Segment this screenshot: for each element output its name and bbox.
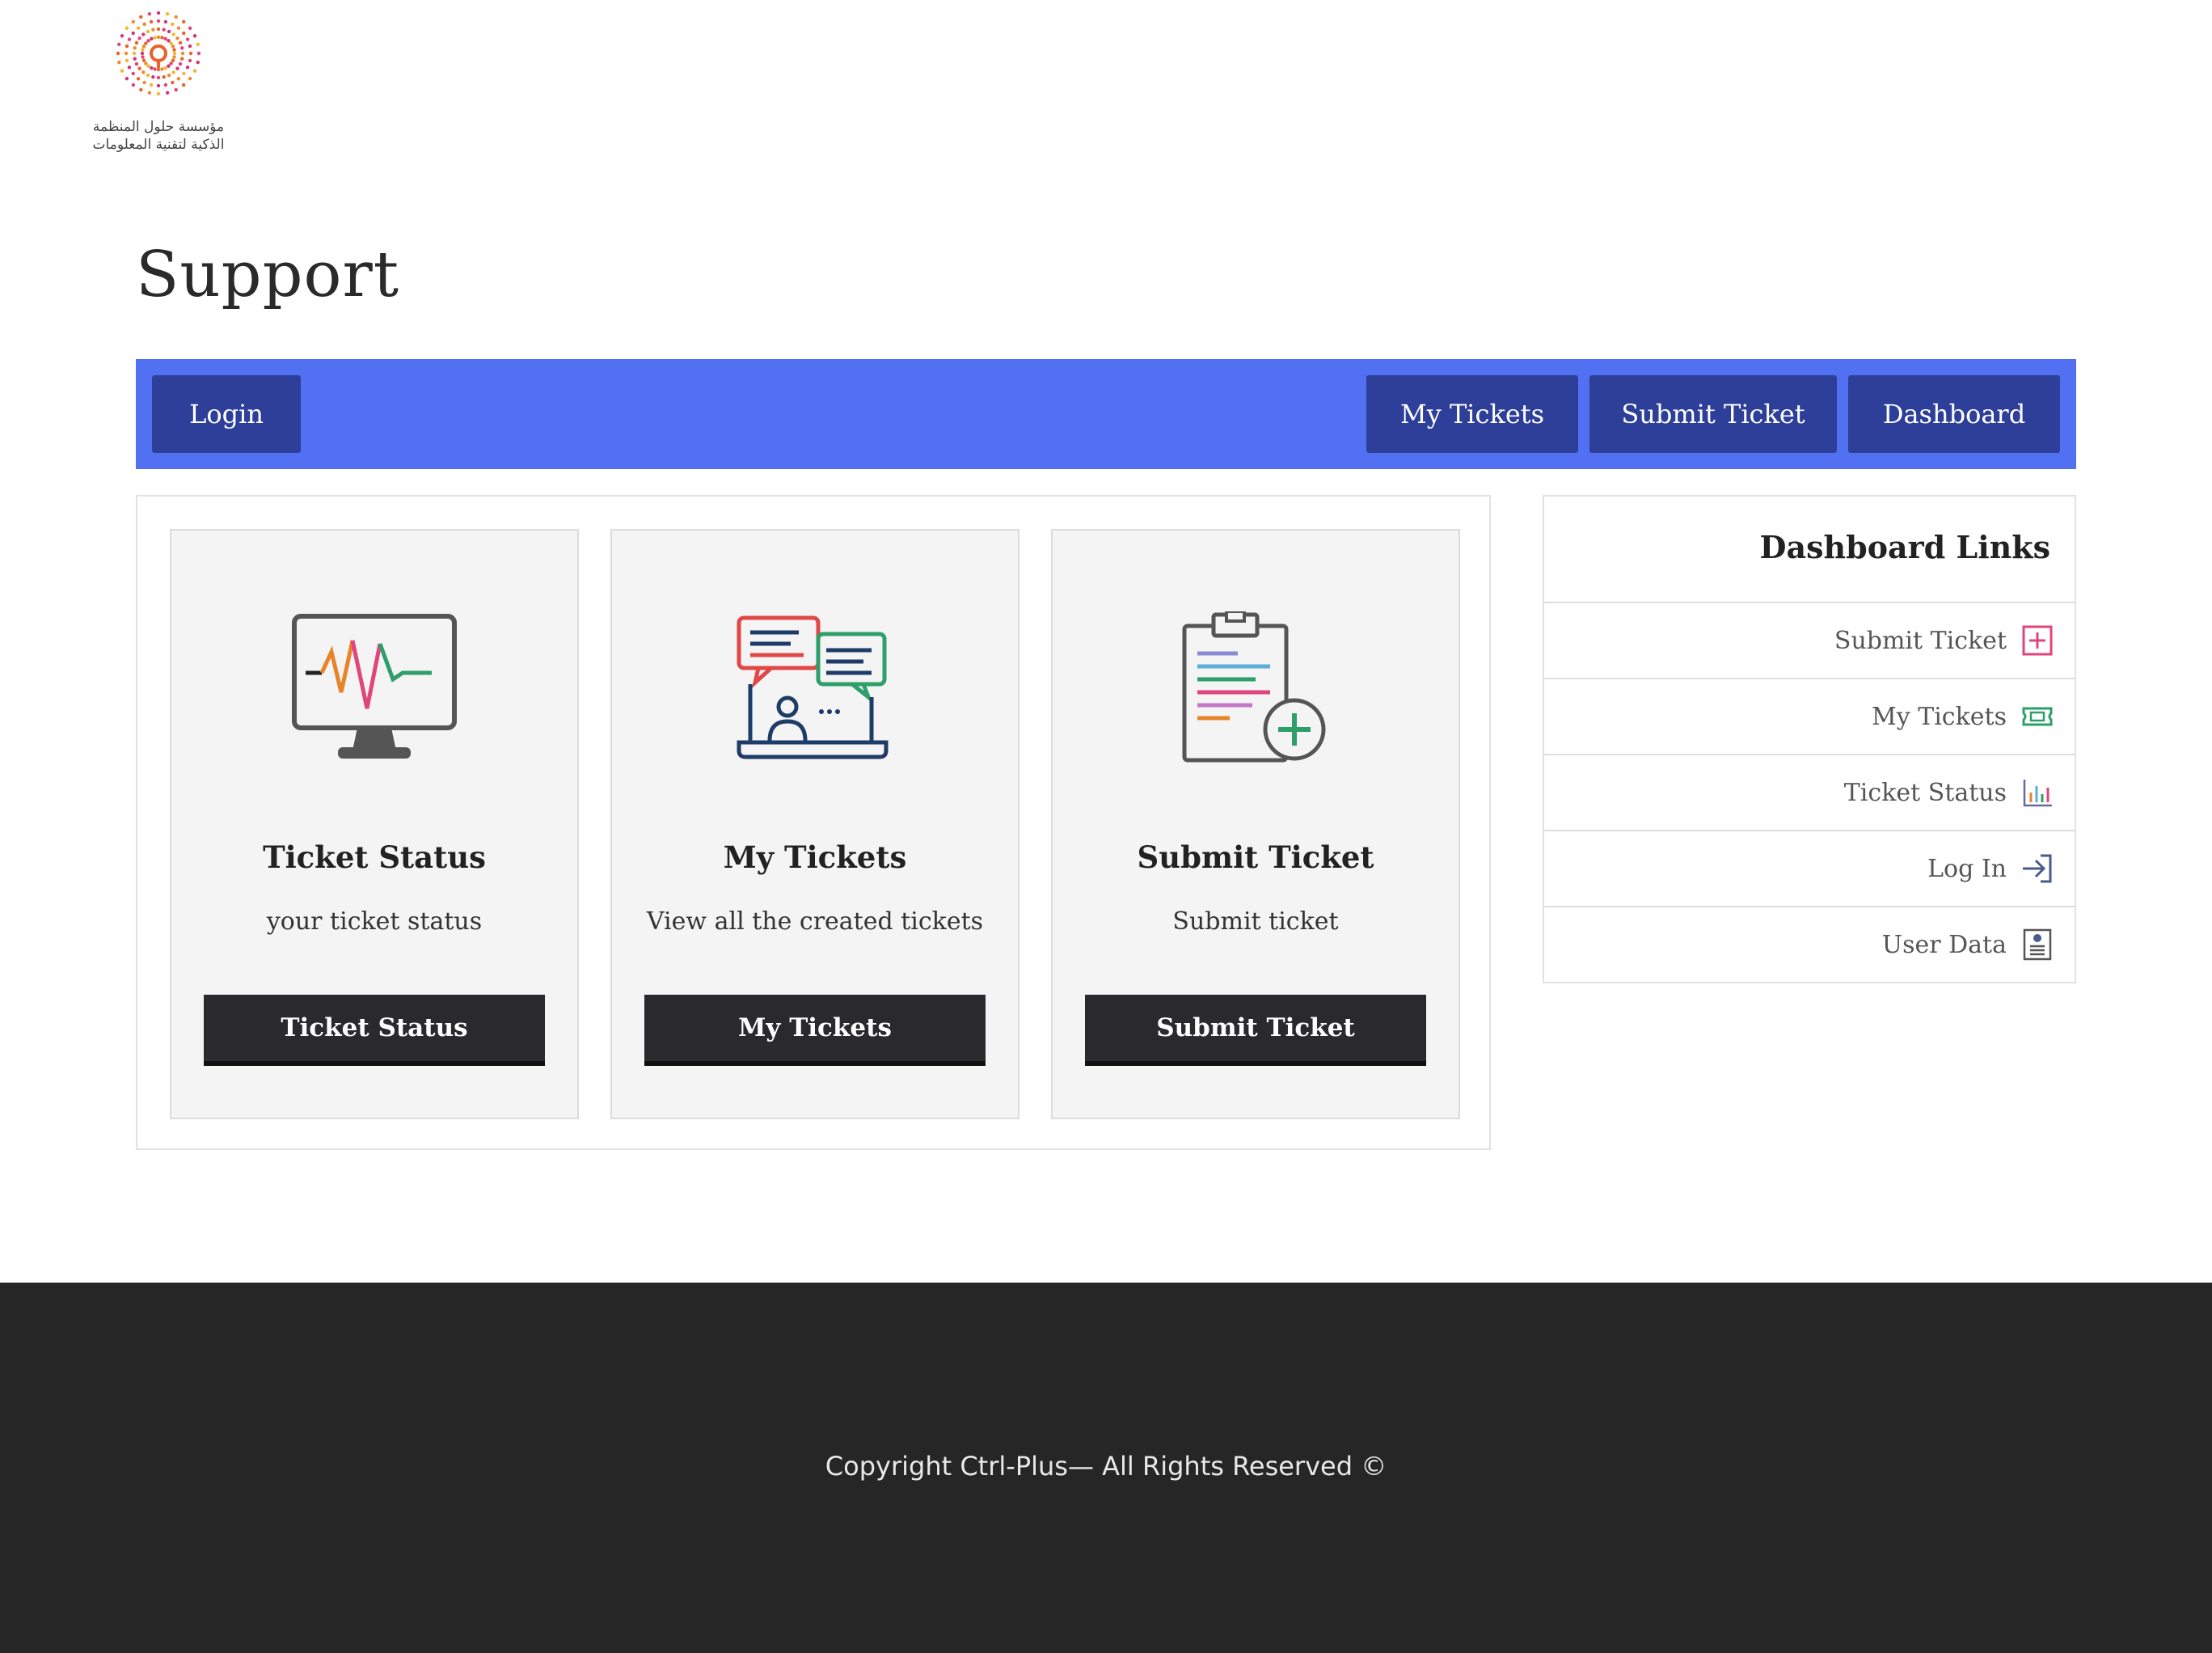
dashboard-link-label: User Data: [1881, 930, 2007, 959]
copyright-text: Copyright Ctrl-Plus— All Rights Reserved…: [825, 1451, 1387, 1482]
cards-container: Ticket Status your ticket status Ticket …: [136, 495, 1491, 1150]
clipboard-add-icon: [1182, 611, 1326, 763]
dashboard-links-title: Dashboard Links: [1759, 529, 2050, 565]
bar-chart-icon: [2020, 775, 2055, 810]
logo-text-line1: مؤسسة حلول المنظمة: [92, 119, 225, 135]
card-my-tickets: My Tickets View all the created tickets …: [610, 529, 1019, 1119]
card-description: Submit ticket: [1172, 907, 1339, 936]
card-title: Submit Ticket: [1137, 839, 1374, 875]
ticket-icon: [2020, 699, 2055, 734]
card-description: View all the created tickets: [646, 907, 984, 936]
logo-text-line2: الذكية لتقنية المعلومات: [92, 137, 225, 153]
card-submit-ticket: Submit Ticket Submit ticket Submit Ticke…: [1051, 529, 1460, 1119]
navbar: Login My Tickets Submit Ticket Dashboard: [136, 359, 2076, 469]
dashboard-link-submit-ticket[interactable]: Submit Ticket: [1544, 602, 2075, 678]
chat-laptop-icon: [737, 615, 889, 759]
card-title: My Tickets: [723, 839, 907, 875]
plus-square-icon: [2020, 623, 2055, 658]
dashboard-links-panel: Dashboard Links Submit Ticket My Tickets…: [1543, 495, 2076, 983]
card-description: your ticket status: [266, 907, 483, 936]
card-title: Ticket Status: [263, 839, 486, 875]
dashboard-link-my-tickets[interactable]: My Tickets: [1544, 678, 2075, 754]
dashboard-link-label: Log In: [1927, 854, 2007, 883]
dashboard-link-user-data[interactable]: User Data: [1544, 906, 2075, 982]
nav-submit-ticket-button[interactable]: Submit Ticket: [1589, 375, 1837, 453]
ticket-status-button[interactable]: Ticket Status: [204, 995, 545, 1066]
login-arrow-icon: [2020, 851, 2055, 886]
dashboard-link-log-in[interactable]: Log In: [1544, 830, 2075, 906]
dashboard-link-label: Submit Ticket: [1834, 626, 2007, 655]
submit-ticket-button[interactable]: Submit Ticket: [1085, 995, 1426, 1066]
nav-dashboard-button[interactable]: Dashboard: [1848, 375, 2060, 453]
monitor-pulse-icon: [292, 614, 457, 759]
login-button[interactable]: Login: [152, 375, 301, 453]
footer: Copyright Ctrl-Plus— All Rights Reserved…: [0, 1283, 2212, 1653]
dashboard-links-list: Submit Ticket My Tickets Ticket Status L…: [1544, 602, 2075, 982]
dashboard-link-label: Ticket Status: [1843, 778, 2007, 807]
logo-sunburst-icon: [116, 11, 201, 96]
card-ticket-status: Ticket Status your ticket status Ticket …: [170, 529, 579, 1119]
user-card-icon: [2020, 927, 2055, 962]
dashboard-link-label: My Tickets: [1872, 702, 2007, 731]
nav-my-tickets-button[interactable]: My Tickets: [1366, 375, 1578, 453]
my-tickets-button[interactable]: My Tickets: [644, 995, 986, 1066]
dashboard-link-ticket-status[interactable]: Ticket Status: [1544, 754, 2075, 830]
logo[interactable]: مؤسسة حلول المنظمة الذكية لتقنية المعلوم…: [71, 5, 246, 159]
page-title: Support: [136, 239, 400, 311]
